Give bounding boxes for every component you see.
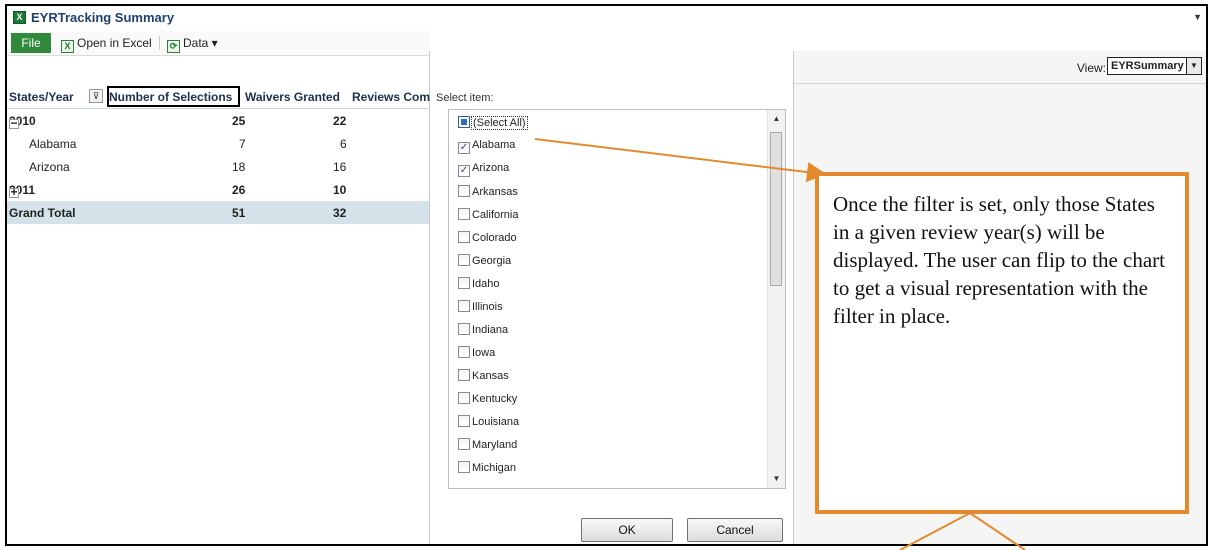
callout-pointer-line	[899, 512, 971, 550]
annotation-callout: Once the filter is set, only those State…	[815, 172, 1189, 514]
callout-pointer-line	[969, 512, 1026, 550]
callout-text: Once the filter is set, only those State…	[833, 192, 1166, 328]
callout-arrow	[534, 138, 827, 182]
